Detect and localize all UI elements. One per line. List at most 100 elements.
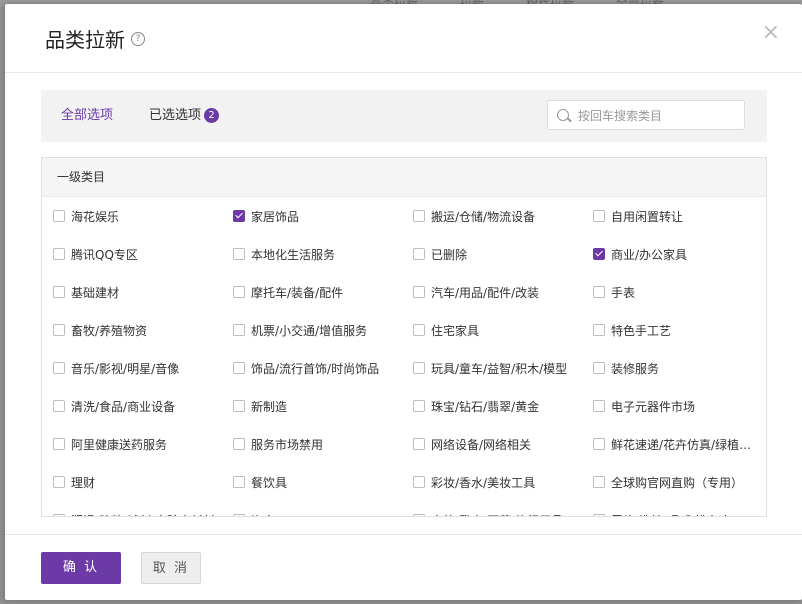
category-option[interactable]: 畜牧/养殖物资 bbox=[53, 311, 233, 349]
category-option[interactable]: 户外/登山/野营/旅行用品 bbox=[413, 501, 593, 516]
category-option[interactable]: 基础建材 bbox=[53, 273, 233, 311]
close-icon[interactable]: × bbox=[762, 22, 780, 44]
category-label: 全球购官网直购（专用） bbox=[611, 475, 744, 490]
category-option[interactable]: 阿里健康送药服务 bbox=[53, 425, 233, 463]
category-option[interactable]: 音乐/影视/明星/音像 bbox=[53, 349, 233, 387]
confirm-button[interactable]: 确 认 bbox=[41, 552, 121, 584]
checkbox[interactable] bbox=[413, 362, 425, 374]
category-option[interactable]: 彩妆/香水/美妆工具 bbox=[413, 463, 593, 501]
checkbox[interactable] bbox=[53, 476, 65, 488]
checkbox[interactable] bbox=[413, 400, 425, 412]
checkbox[interactable] bbox=[413, 286, 425, 298]
category-option[interactable]: 尿片/洗护/喂哺/推车床 bbox=[593, 501, 766, 516]
category-option[interactable]: 手表 bbox=[593, 273, 766, 311]
category-option[interactable]: 已删除 bbox=[413, 235, 593, 273]
category-option[interactable]: 玩具/童车/益智/积木/模型 bbox=[413, 349, 593, 387]
category-option[interactable]: 搬运/仓储/物流设备 bbox=[413, 197, 593, 235]
category-option[interactable]: 本地化生活服务 bbox=[233, 235, 413, 273]
category-option[interactable]: 住宅家具 bbox=[413, 311, 593, 349]
checkbox[interactable] bbox=[53, 400, 65, 412]
checkbox[interactable] bbox=[233, 286, 245, 298]
filter-bar: 全部选项 已选选项 2 bbox=[41, 90, 767, 142]
category-option[interactable]: 机票/小交通/增值服务 bbox=[233, 311, 413, 349]
checkbox[interactable] bbox=[53, 362, 65, 374]
category-label: 新制造 bbox=[251, 399, 288, 414]
help-icon[interactable]: ? bbox=[131, 32, 145, 46]
checkbox[interactable] bbox=[233, 362, 245, 374]
checkbox[interactable] bbox=[593, 400, 605, 412]
checkbox[interactable] bbox=[593, 514, 605, 516]
checkbox[interactable] bbox=[233, 438, 245, 450]
category-option[interactable]: 全球购官网直购（专用） bbox=[593, 463, 766, 501]
category-option[interactable]: 饰品/流行首饰/时尚饰品 bbox=[233, 349, 413, 387]
checkbox[interactable] bbox=[53, 514, 65, 516]
checkbox[interactable] bbox=[593, 324, 605, 336]
category-option[interactable]: 网络设备/网络相关 bbox=[413, 425, 593, 463]
category-label: 摩托车/装备/配件 bbox=[251, 285, 344, 300]
category-option[interactable]: 资产 bbox=[233, 501, 413, 516]
category-option[interactable]: 新制造 bbox=[233, 387, 413, 425]
checkbox[interactable] bbox=[593, 438, 605, 450]
checkbox[interactable] bbox=[413, 324, 425, 336]
checkbox[interactable] bbox=[593, 476, 605, 488]
category-option[interactable]: 电子元器件市场 bbox=[593, 387, 766, 425]
cancel-button[interactable]: 取 消 bbox=[141, 552, 201, 584]
checkbox[interactable] bbox=[233, 514, 245, 516]
category-option[interactable]: 腾讯QQ专区 bbox=[53, 235, 233, 273]
category-label: 基础建材 bbox=[71, 285, 120, 300]
category-option[interactable]: 特色手工艺 bbox=[593, 311, 766, 349]
tab-all-options[interactable]: 全部选项 bbox=[61, 90, 113, 142]
checkbox[interactable] bbox=[233, 476, 245, 488]
category-label: 鲜花速递/花卉仿真/绿植园艺 bbox=[611, 437, 761, 452]
category-option[interactable]: 家居饰品 bbox=[233, 197, 413, 235]
category-label: 搬运/仓储/物流设备 bbox=[431, 209, 536, 224]
checkbox[interactable] bbox=[53, 286, 65, 298]
category-grid[interactable]: 海花娱乐 家居饰品 搬运/仓储/物流设备 自用闲置转让腾讯QQ专区 本地化生活服务 已删除… bbox=[42, 197, 766, 516]
category-label: 已删除 bbox=[431, 247, 468, 262]
category-option[interactable]: 润滑/胶粘/试剂/实验室耗材 bbox=[53, 501, 233, 516]
checkbox[interactable] bbox=[593, 362, 605, 374]
category-label: 清洗/食品/商业设备 bbox=[71, 399, 176, 414]
tab-selected-options[interactable]: 已选选项 2 bbox=[149, 90, 220, 142]
checkbox[interactable] bbox=[233, 248, 245, 260]
checkbox[interactable] bbox=[413, 210, 425, 222]
checkbox[interactable] bbox=[53, 210, 65, 222]
checkbox[interactable] bbox=[413, 514, 425, 516]
category-label: 电子元器件市场 bbox=[611, 399, 696, 414]
category-option[interactable]: 服务市场禁用 bbox=[233, 425, 413, 463]
checkbox[interactable] bbox=[413, 438, 425, 450]
category-option[interactable]: 珠宝/钻石/翡翠/黄金 bbox=[413, 387, 593, 425]
category-option[interactable]: 理财 bbox=[53, 463, 233, 501]
search-input[interactable] bbox=[576, 101, 744, 131]
category-label: 海花娱乐 bbox=[71, 209, 120, 224]
category-option[interactable]: 清洗/食品/商业设备 bbox=[53, 387, 233, 425]
checkbox[interactable] bbox=[233, 324, 245, 336]
category-label: 服务市场禁用 bbox=[251, 437, 324, 452]
checkbox[interactable] bbox=[233, 400, 245, 412]
category-option[interactable]: 自用闲置转让 bbox=[593, 197, 766, 235]
category-option[interactable]: 装修服务 bbox=[593, 349, 766, 387]
category-label: 理财 bbox=[71, 475, 96, 490]
checkbox[interactable] bbox=[53, 248, 65, 260]
checkbox-checked[interactable] bbox=[593, 248, 605, 260]
category-panel: 一级类目 海花娱乐 家居饰品 搬运/仓储/物流设备 自用闲置转让 腾讯QQ专区 本地化生活… bbox=[41, 157, 767, 517]
category-label: 阿里健康送药服务 bbox=[71, 437, 168, 452]
category-option[interactable]: 鲜花速递/花卉仿真/绿植园艺 bbox=[593, 425, 766, 463]
dialog-title: 品类拉新 bbox=[45, 28, 125, 52]
category-option[interactable]: 摩托车/装备/配件 bbox=[233, 273, 413, 311]
checkbox[interactable] bbox=[53, 324, 65, 336]
category-label: 网络设备/网络相关 bbox=[431, 437, 532, 452]
category-option[interactable]: 商业/办公家具 bbox=[593, 235, 766, 273]
category-option[interactable]: 汽车/用品/配件/改装 bbox=[413, 273, 593, 311]
checkbox[interactable] bbox=[593, 210, 605, 222]
checkbox[interactable] bbox=[53, 438, 65, 450]
checkbox-checked[interactable] bbox=[233, 210, 245, 222]
checkbox[interactable] bbox=[413, 248, 425, 260]
category-label: 住宅家具 bbox=[431, 323, 480, 338]
checkbox[interactable] bbox=[593, 286, 605, 298]
dialog-footer: 确 认 取 消 bbox=[5, 534, 802, 600]
category-option[interactable]: 海花娱乐 bbox=[53, 197, 233, 235]
checkbox[interactable] bbox=[413, 476, 425, 488]
category-option[interactable]: 餐饮具 bbox=[233, 463, 413, 501]
category-label: 玩具/童车/益智/积木/模型 bbox=[431, 361, 568, 376]
